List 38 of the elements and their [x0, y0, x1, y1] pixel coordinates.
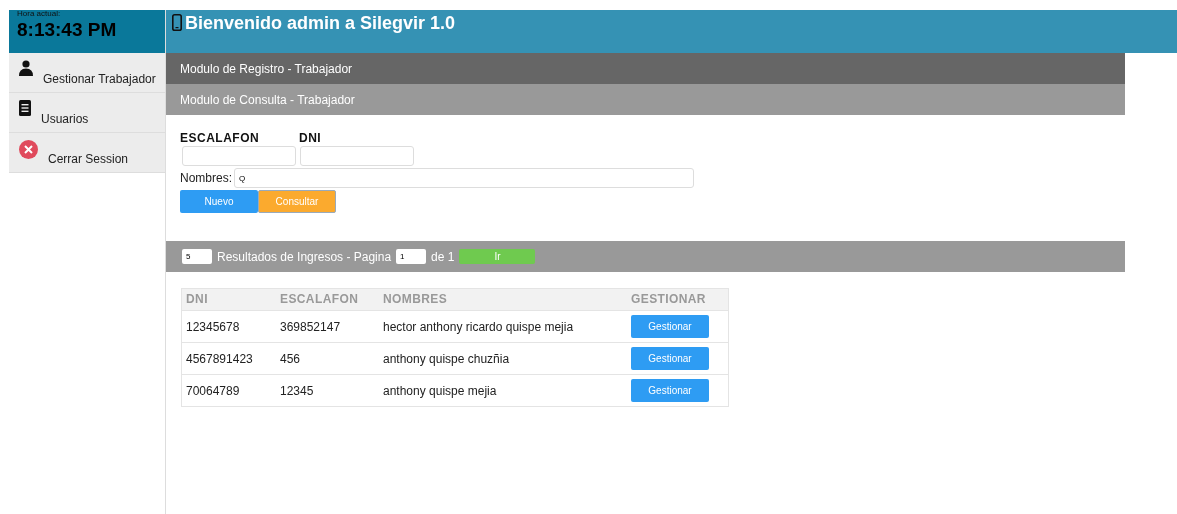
- sidebar-item[interactable]: Usuarios: [9, 93, 165, 133]
- table-cell: 12345678: [181, 310, 276, 343]
- page-field[interactable]: 1: [396, 249, 427, 264]
- field-label: Nombres:: [180, 171, 232, 185]
- clock-label: Hora actual:: [17, 9, 62, 19]
- column-header: GESTIONAR: [627, 288, 729, 311]
- sidebar-item[interactable]: Cerrar Session: [9, 133, 165, 173]
- page-count: de 1: [431, 249, 455, 264]
- escalafon-field[interactable]: [182, 146, 296, 166]
- table-cell: 456: [276, 342, 379, 375]
- table-cell: 12345: [276, 374, 379, 407]
- nombres-field[interactable]: Q: [234, 168, 694, 188]
- manage-button[interactable]: Gestionar: [631, 315, 709, 338]
- field-label: ESCALAFON: [180, 131, 261, 145]
- manage-button[interactable]: Gestionar: [631, 379, 709, 402]
- table-cell: 369852147: [276, 310, 379, 343]
- document-icon: [19, 100, 31, 116]
- column-header: DNI: [181, 288, 276, 311]
- table-cell: 70064789: [181, 374, 276, 407]
- field-label: DNI: [299, 131, 322, 145]
- clock-time: 8:13:43 PM: [17, 19, 118, 41]
- phone-icon: [172, 14, 182, 31]
- person-icon: [19, 60, 33, 76]
- module-bar[interactable]: Modulo de Registro - Trabajador: [166, 53, 1125, 84]
- table-cell: anthony quispe chuzñia: [379, 342, 627, 375]
- table-cell: anthony quispe mejia: [379, 374, 627, 407]
- table-cell: 4567891423: [181, 342, 276, 375]
- sidebar-item[interactable]: Gestionar Trabajador: [9, 53, 165, 93]
- page-title: Bienvenido admin a Silegvir 1.0: [185, 13, 456, 33]
- close-icon: [19, 140, 38, 159]
- results-text: Resultados de Ingresos - Pagina: [217, 249, 392, 264]
- manage-button[interactable]: Gestionar: [631, 347, 709, 370]
- column-header: ESCALAFON: [276, 288, 379, 311]
- column-header: NOMBRES: [379, 288, 627, 311]
- page-size-field[interactable]: 5: [182, 249, 212, 264]
- dni-field[interactable]: [300, 146, 414, 166]
- table-cell: hector anthony ricardo quispe mejia: [379, 310, 627, 343]
- new-button[interactable]: Nuevo: [180, 190, 258, 213]
